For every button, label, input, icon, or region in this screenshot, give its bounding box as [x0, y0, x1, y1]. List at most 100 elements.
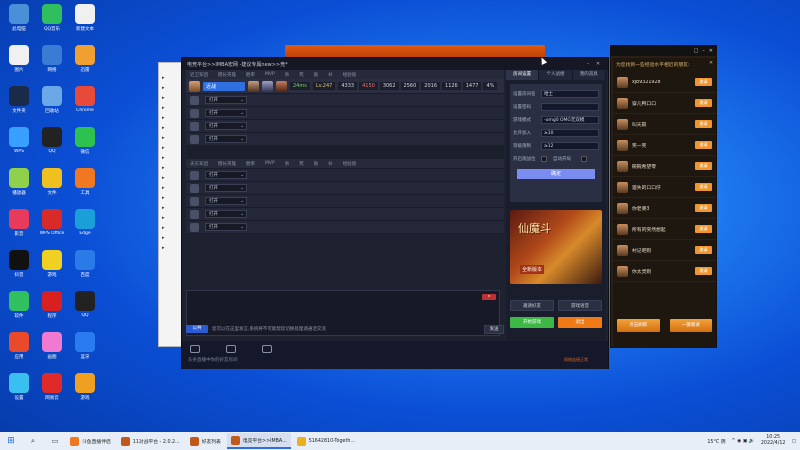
slot-status-select[interactable]: 打开 ⌄: [205, 109, 247, 117]
ok-button[interactable]: 确定: [517, 169, 595, 179]
field-input[interactable]: ≥10: [541, 128, 599, 137]
invite-button[interactable]: 邀请: [695, 78, 712, 86]
desktop-icon[interactable]: 此电脑: [2, 4, 36, 32]
voice-button[interactable]: 游戏语音: [558, 300, 602, 311]
pin-icon[interactable]: □: [694, 46, 699, 56]
slot-status-select[interactable]: 打开 ⌄: [205, 96, 247, 104]
minimize-icon[interactable]: –: [702, 46, 705, 56]
player-slot[interactable]: 打开 ⌄: [186, 132, 504, 145]
invite-button[interactable]: 邀请: [695, 120, 712, 128]
desktop-icon[interactable]: 文件: [35, 168, 69, 196]
tab[interactable]: 房间设置: [506, 70, 540, 80]
car-icon[interactable]: [262, 345, 272, 353]
field-input[interactable]: -omg0 OMG无双模: [541, 115, 599, 124]
invite-all-button[interactable]: 一键邀请: [669, 319, 712, 332]
ad-banner[interactable]: 仙魔斗 全新版本: [510, 210, 602, 284]
player-slot[interactable]: 打开 ⌄: [186, 207, 504, 220]
minimize-icon[interactable]: –: [583, 61, 593, 67]
desktop-icon[interactable]: 文件夹: [2, 86, 36, 114]
close-icon[interactable]: ✕: [593, 61, 603, 67]
desktop-icon[interactable]: 工具: [68, 168, 102, 196]
field-input[interactable]: 哈士: [541, 89, 599, 98]
invite-button[interactable]: 邀请: [695, 141, 712, 149]
player-slot[interactable]: 打开 ⌄: [186, 106, 504, 119]
tree-icon[interactable]: [226, 345, 236, 353]
invite-friends-button[interactable]: 邀请好友: [510, 300, 554, 311]
desktop-icon[interactable]: WPS Office: [35, 209, 69, 236]
tab[interactable]: 个人战绩: [539, 70, 573, 80]
slot-status-select[interactable]: 打开 ⌄: [205, 210, 247, 218]
desktop-icon[interactable]: 应用: [2, 332, 36, 360]
task-view-icon[interactable]: ▭: [44, 437, 66, 445]
invite-button[interactable]: 邀请: [695, 183, 712, 191]
desktop-icon[interactable]: 游戏: [35, 250, 69, 278]
channel-select[interactable]: 公共: [186, 325, 208, 333]
taskbar-item[interactable]: 斗鱼直播伴侣: [66, 433, 115, 449]
slot-status-select[interactable]: 打开 ⌄: [205, 223, 247, 231]
desktop-icon[interactable]: 画图: [35, 332, 69, 360]
desktop-icon[interactable]: 程序: [35, 291, 69, 319]
taskbar-item[interactable]: 好友列表: [186, 433, 225, 449]
desktop-icon[interactable]: 软件: [2, 291, 36, 319]
desktop-icon[interactable]: 网络: [35, 45, 69, 73]
desktop-icon[interactable]: 网易云: [35, 373, 69, 401]
player-slot[interactable]: 打开 ⌄: [186, 194, 504, 207]
invite-button[interactable]: 邀请: [695, 225, 712, 233]
exit-button[interactable]: 退出: [558, 317, 602, 328]
refresh-button[interactable]: 点击刷新: [617, 319, 660, 332]
taskbar-item[interactable]: 11对战平台 - 2.0.2...: [117, 433, 184, 449]
send-button[interactable]: 发送: [484, 324, 504, 334]
close-icon[interactable]: ✕: [709, 61, 713, 69]
desktop-icon[interactable]: WPS: [2, 127, 36, 154]
desktop-icon[interactable]: 抖音: [2, 250, 36, 278]
invite-button[interactable]: 邀请: [695, 267, 712, 275]
player-slot[interactable]: 打开 ⌄: [186, 168, 504, 181]
field-input[interactable]: ≥12: [541, 141, 599, 150]
invite-button[interactable]: 邀请: [695, 246, 712, 254]
desktop-icon[interactable]: 影音: [2, 209, 36, 237]
desktop-icon[interactable]: 播放器: [2, 168, 36, 196]
chat-clear-button[interactable]: ×: [482, 294, 496, 300]
desktop-icon[interactable]: QQ: [35, 127, 69, 154]
player-row-self[interactable]: 近战 24ms Lv.247 4333 4150 3062 2560 2016 1126 1…: [186, 79, 504, 93]
slot-status-select[interactable]: 打开 ⌄: [205, 122, 247, 130]
desktop-icon[interactable]: 图片: [2, 45, 36, 73]
desktop-icon[interactable]: 游戏: [68, 373, 102, 401]
player-slot[interactable]: 打开 ⌄: [186, 119, 504, 132]
desktop-icon[interactable]: QQ音乐: [35, 4, 69, 32]
player-slot[interactable]: 打开 ⌄: [186, 220, 504, 233]
desktop-icon[interactable]: 微信: [68, 127, 102, 155]
close-icon[interactable]: ✕: [709, 46, 713, 56]
desktop-icon[interactable]: Chrome: [68, 86, 102, 113]
tab[interactable]: 我的道具: [572, 70, 606, 80]
desktop-icon[interactable]: QQ: [68, 291, 102, 318]
slot-status-select[interactable]: 打开 ⌄: [205, 197, 247, 205]
taskbar-item[interactable]: 51642810-Togeth...: [293, 433, 359, 449]
player-slot[interactable]: 打开 ⌄: [186, 93, 504, 106]
invite-button[interactable]: 邀请: [695, 204, 712, 212]
desktop-icon[interactable]: Edge: [68, 209, 102, 236]
desktop-icon[interactable]: 蓝牙: [68, 332, 102, 360]
clock[interactable]: 10:25 2022/4/12: [761, 435, 786, 447]
invite-button[interactable]: 邀请: [695, 99, 712, 107]
desktop-icon[interactable]: 百度: [68, 250, 102, 278]
desktop-icon[interactable]: 迅雷: [68, 45, 102, 73]
search-icon[interactable]: ⌕: [22, 437, 44, 446]
notification-icon[interactable]: ▢: [791, 439, 796, 444]
player-slot[interactable]: 打开 ⌄: [186, 181, 504, 194]
invite-button[interactable]: 邀请: [695, 162, 712, 170]
slot-status-select[interactable]: 打开 ⌄: [205, 171, 247, 179]
slot-status-select[interactable]: 打开 ⌄: [205, 184, 247, 192]
tray-icons[interactable]: ^ ◉ ▣ 🔊: [732, 439, 755, 444]
desktop-icon[interactable]: 新建文本: [68, 4, 102, 32]
slot-status-select[interactable]: 打开 ⌄: [205, 135, 247, 143]
desktop-icon[interactable]: 设置: [2, 373, 36, 401]
start-icon[interactable]: ⊞: [0, 436, 22, 446]
chat-input[interactable]: 您可以在这里发言,系统将不可能帮您切换处理请通话交流: [212, 326, 480, 332]
taskbar-item[interactable]: 电竞平台>>IMBA...: [226, 433, 291, 449]
auto-checkbox[interactable]: [581, 155, 587, 162]
desktop-icon[interactable]: 回收站: [35, 86, 69, 114]
field-input[interactable]: [541, 102, 599, 111]
search-icon[interactable]: [190, 345, 200, 353]
start-game-button[interactable]: 开始游戏: [510, 317, 554, 328]
